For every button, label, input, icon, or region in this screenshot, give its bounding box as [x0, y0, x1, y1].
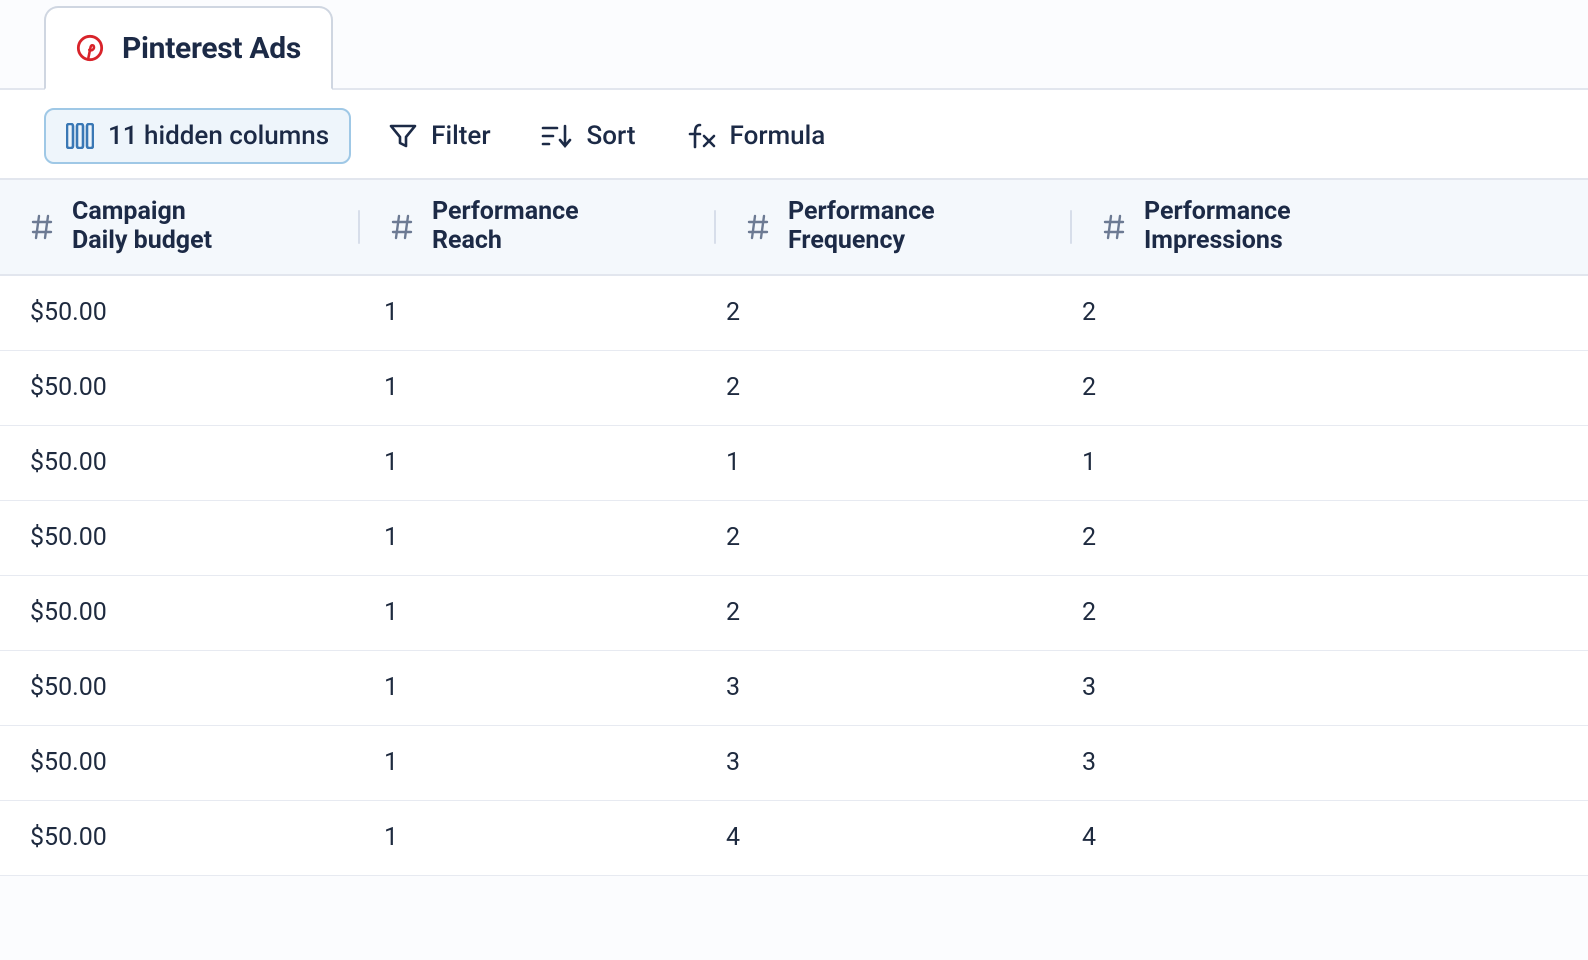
column-header-budget[interactable]: Campaign Daily budget — [0, 180, 360, 274]
toolbar: 11 hidden columns Filter Sort — [0, 90, 1588, 178]
cell-frequency[interactable]: 3 — [716, 673, 1072, 702]
table-body: $50.00 1 2 2 $50.00 1 2 2 $50.00 1 1 1 $… — [0, 276, 1588, 876]
table-header-row: Campaign Daily budget Performance Reach — [0, 180, 1588, 276]
hash-icon — [390, 214, 414, 240]
cell-reach[interactable]: 1 — [360, 748, 716, 777]
column-header-line2: Reach — [432, 227, 579, 256]
cell-impressions[interactable]: 2 — [1072, 523, 1588, 552]
cell-frequency[interactable]: 1 — [716, 448, 1072, 477]
cell-frequency[interactable]: 2 — [716, 523, 1072, 552]
hidden-columns-label: 11 hidden columns — [108, 121, 329, 151]
cell-impressions[interactable]: 2 — [1072, 373, 1588, 402]
cell-reach[interactable]: 1 — [360, 448, 716, 477]
cell-budget[interactable]: $50.00 — [0, 298, 360, 327]
cell-impressions[interactable]: 2 — [1072, 298, 1588, 327]
hidden-columns-chip[interactable]: 11 hidden columns — [44, 108, 351, 164]
hash-icon — [1102, 214, 1126, 240]
sort-label: Sort — [587, 121, 636, 151]
column-header-line2: Frequency — [788, 227, 935, 256]
hash-icon — [746, 214, 770, 240]
table-row[interactable]: $50.00 1 2 2 — [0, 576, 1588, 651]
table-row[interactable]: $50.00 1 2 2 — [0, 351, 1588, 426]
column-header-frequency[interactable]: Performance Frequency — [716, 180, 1072, 274]
filter-label: Filter — [431, 121, 490, 151]
sort-icon — [541, 123, 573, 149]
filter-icon — [389, 123, 417, 149]
table-row[interactable]: $50.00 1 1 1 — [0, 426, 1588, 501]
table-row[interactable]: $50.00 1 2 2 — [0, 276, 1588, 351]
formula-button[interactable]: Formula — [674, 108, 838, 164]
column-header-line2: Daily budget — [72, 227, 212, 256]
table-row[interactable]: $50.00 1 3 3 — [0, 651, 1588, 726]
cell-reach[interactable]: 1 — [360, 523, 716, 552]
column-header-line1: Performance — [1144, 198, 1291, 227]
cell-budget[interactable]: $50.00 — [0, 373, 360, 402]
cell-impressions[interactable]: 3 — [1072, 673, 1588, 702]
table-row[interactable]: $50.00 1 4 4 — [0, 801, 1588, 876]
column-header-line1: Performance — [432, 198, 579, 227]
data-table: Campaign Daily budget Performance Reach — [0, 178, 1588, 876]
cell-reach[interactable]: 1 — [360, 298, 716, 327]
table-row[interactable]: $50.00 1 2 2 — [0, 501, 1588, 576]
tab-label: Pinterest Ads — [122, 31, 301, 66]
formula-label: Formula — [730, 121, 826, 151]
cell-reach[interactable]: 1 — [360, 373, 716, 402]
pinterest-icon — [76, 34, 104, 62]
table-row[interactable]: $50.00 1 3 3 — [0, 726, 1588, 801]
column-header-line1: Campaign — [72, 198, 212, 227]
cell-budget[interactable]: $50.00 — [0, 673, 360, 702]
filter-button[interactable]: Filter — [377, 108, 502, 164]
cell-impressions[interactable]: 2 — [1072, 598, 1588, 627]
cell-budget[interactable]: $50.00 — [0, 448, 360, 477]
cell-frequency[interactable]: 3 — [716, 748, 1072, 777]
cell-impressions[interactable]: 3 — [1072, 748, 1588, 777]
cell-frequency[interactable]: 2 — [716, 298, 1072, 327]
hash-icon — [30, 214, 54, 240]
column-header-line2: Impressions — [1144, 227, 1291, 256]
cell-budget[interactable]: $50.00 — [0, 823, 360, 852]
tab-pinterest-ads[interactable]: Pinterest Ads — [44, 6, 333, 90]
cell-reach[interactable]: 1 — [360, 673, 716, 702]
cell-frequency[interactable]: 4 — [716, 823, 1072, 852]
column-header-reach[interactable]: Performance Reach — [360, 180, 716, 274]
cell-impressions[interactable]: 1 — [1072, 448, 1588, 477]
columns-icon — [66, 123, 94, 149]
cell-frequency[interactable]: 2 — [716, 373, 1072, 402]
column-header-impressions[interactable]: Performance Impressions — [1072, 180, 1588, 274]
cell-budget[interactable]: $50.00 — [0, 598, 360, 627]
sort-button[interactable]: Sort — [529, 108, 648, 164]
cell-reach[interactable]: 1 — [360, 598, 716, 627]
cell-reach[interactable]: 1 — [360, 823, 716, 852]
formula-icon — [686, 122, 716, 150]
cell-frequency[interactable]: 2 — [716, 598, 1072, 627]
column-header-line1: Performance — [788, 198, 935, 227]
tabs-row: Pinterest Ads — [0, 0, 1588, 90]
cell-budget[interactable]: $50.00 — [0, 523, 360, 552]
cell-impressions[interactable]: 4 — [1072, 823, 1588, 852]
cell-budget[interactable]: $50.00 — [0, 748, 360, 777]
